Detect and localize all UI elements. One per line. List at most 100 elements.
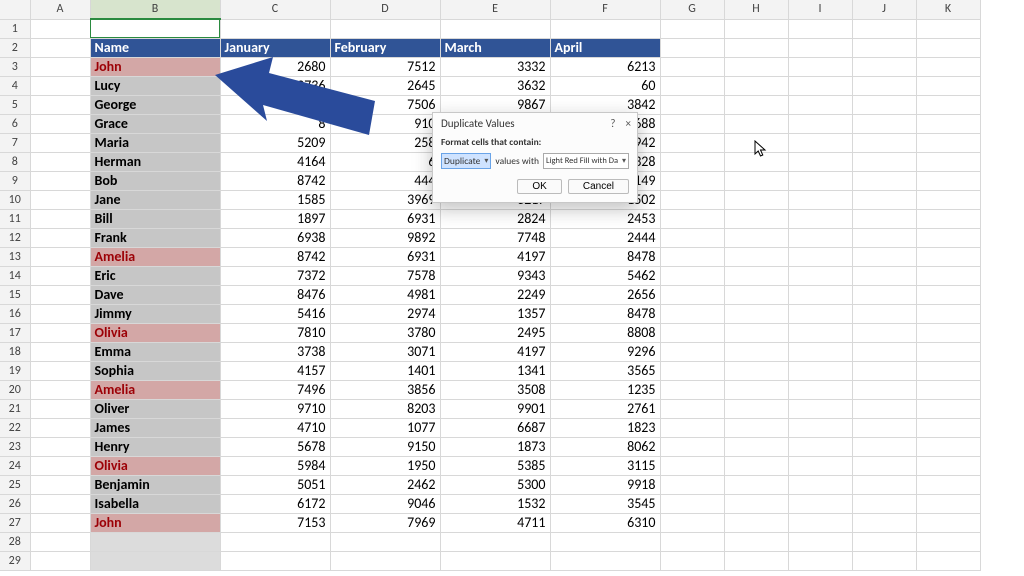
cell-a13[interactable] — [30, 247, 90, 266]
cell-h10[interactable] — [724, 190, 788, 209]
cell-c19[interactable]: 4157 — [220, 361, 330, 380]
column-header-b[interactable]: B — [90, 0, 220, 19]
cell-j6[interactable] — [852, 114, 916, 133]
cell-h12[interactable] — [724, 228, 788, 247]
cell-j14[interactable] — [852, 266, 916, 285]
row-header-5[interactable]: 5 — [0, 95, 30, 114]
spreadsheet-grid[interactable]: ABCDEFGHIJK 12NameJanuaryFebruaryMarchAp… — [0, 0, 1024, 571]
cell-b27[interactable]: John — [90, 513, 220, 532]
cell-e12[interactable]: 7748 — [440, 228, 550, 247]
cell-d26[interactable]: 9046 — [330, 494, 440, 513]
cell-g17[interactable] — [660, 323, 724, 342]
row-header-4[interactable]: 4 — [0, 76, 30, 95]
cell-h6[interactable] — [724, 114, 788, 133]
cell-i20[interactable] — [788, 380, 852, 399]
cell-i9[interactable] — [788, 171, 852, 190]
cell-e3[interactable]: 3332 — [440, 57, 550, 76]
cell-a5[interactable] — [30, 95, 90, 114]
cell-k27[interactable] — [916, 513, 980, 532]
cell-d6[interactable]: 910 — [330, 114, 440, 133]
cell-k20[interactable] — [916, 380, 980, 399]
cell-j24[interactable] — [852, 456, 916, 475]
cell-d25[interactable]: 2462 — [330, 475, 440, 494]
cell-j13[interactable] — [852, 247, 916, 266]
cell-f29[interactable] — [550, 551, 660, 570]
cell-i4[interactable] — [788, 76, 852, 95]
cell-k16[interactable] — [916, 304, 980, 323]
row-header-6[interactable]: 6 — [0, 114, 30, 133]
cell-c17[interactable]: 7810 — [220, 323, 330, 342]
cell-j21[interactable] — [852, 399, 916, 418]
cell-c14[interactable]: 7372 — [220, 266, 330, 285]
cell-g14[interactable] — [660, 266, 724, 285]
row-header-22[interactable]: 22 — [0, 418, 30, 437]
cell-j4[interactable] — [852, 76, 916, 95]
cell-k6[interactable] — [916, 114, 980, 133]
cell-h27[interactable] — [724, 513, 788, 532]
cell-c22[interactable]: 4710 — [220, 418, 330, 437]
cell-c6[interactable]: 8 — [220, 114, 330, 133]
cell-d22[interactable]: 1077 — [330, 418, 440, 437]
cell-d23[interactable]: 9150 — [330, 437, 440, 456]
cell-j10[interactable] — [852, 190, 916, 209]
cell-k19[interactable] — [916, 361, 980, 380]
cell-i14[interactable] — [788, 266, 852, 285]
cell-c12[interactable]: 6938 — [220, 228, 330, 247]
row-header-15[interactable]: 15 — [0, 285, 30, 304]
cell-c3[interactable]: 2680 — [220, 57, 330, 76]
cell-f11[interactable]: 2453 — [550, 209, 660, 228]
cell-i22[interactable] — [788, 418, 852, 437]
cell-i3[interactable] — [788, 57, 852, 76]
cell-h14[interactable] — [724, 266, 788, 285]
row-header-26[interactable]: 26 — [0, 494, 30, 513]
cell-a29[interactable] — [30, 551, 90, 570]
cell-i5[interactable] — [788, 95, 852, 114]
cell-c1[interactable] — [220, 19, 330, 38]
cell-h24[interactable] — [724, 456, 788, 475]
cell-j19[interactable] — [852, 361, 916, 380]
cell-k28[interactable] — [916, 532, 980, 551]
cell-j11[interactable] — [852, 209, 916, 228]
cell-a18[interactable] — [30, 342, 90, 361]
cell-j3[interactable] — [852, 57, 916, 76]
cell-e26[interactable]: 1532 — [440, 494, 550, 513]
cell-g27[interactable] — [660, 513, 724, 532]
cell-h28[interactable] — [724, 532, 788, 551]
column-header-h[interactable]: H — [724, 0, 788, 19]
cell-f17[interactable]: 8808 — [550, 323, 660, 342]
select-all-corner[interactable] — [0, 0, 30, 19]
dialog-close-button[interactable]: × — [626, 117, 631, 130]
cell-i15[interactable] — [788, 285, 852, 304]
cell-h26[interactable] — [724, 494, 788, 513]
cell-k14[interactable] — [916, 266, 980, 285]
cell-h13[interactable] — [724, 247, 788, 266]
cell-e24[interactable]: 5385 — [440, 456, 550, 475]
row-header-3[interactable]: 3 — [0, 57, 30, 76]
cell-h21[interactable] — [724, 399, 788, 418]
cell-j9[interactable] — [852, 171, 916, 190]
cell-a15[interactable] — [30, 285, 90, 304]
cell-j8[interactable] — [852, 152, 916, 171]
cell-f14[interactable]: 5462 — [550, 266, 660, 285]
cell-i2[interactable] — [788, 38, 852, 57]
cell-a20[interactable] — [30, 380, 90, 399]
column-header-d[interactable]: D — [330, 0, 440, 19]
cell-b12[interactable]: Frank — [90, 228, 220, 247]
cell-d3[interactable]: 7512 — [330, 57, 440, 76]
cell-d28[interactable] — [330, 532, 440, 551]
dialog-help-button[interactable]: ? — [610, 117, 615, 130]
cell-b26[interactable]: Isabella — [90, 494, 220, 513]
cell-b16[interactable]: Jimmy — [90, 304, 220, 323]
cell-g18[interactable] — [660, 342, 724, 361]
cell-k25[interactable] — [916, 475, 980, 494]
cell-f25[interactable]: 9918 — [550, 475, 660, 494]
cell-c29[interactable] — [220, 551, 330, 570]
cell-g29[interactable] — [660, 551, 724, 570]
cell-d5[interactable]: 7506 — [330, 95, 440, 114]
column-header-e[interactable]: E — [440, 0, 550, 19]
cell-c15[interactable]: 8476 — [220, 285, 330, 304]
cell-d13[interactable]: 6931 — [330, 247, 440, 266]
cell-k3[interactable] — [916, 57, 980, 76]
cell-j22[interactable] — [852, 418, 916, 437]
cell-i6[interactable] — [788, 114, 852, 133]
